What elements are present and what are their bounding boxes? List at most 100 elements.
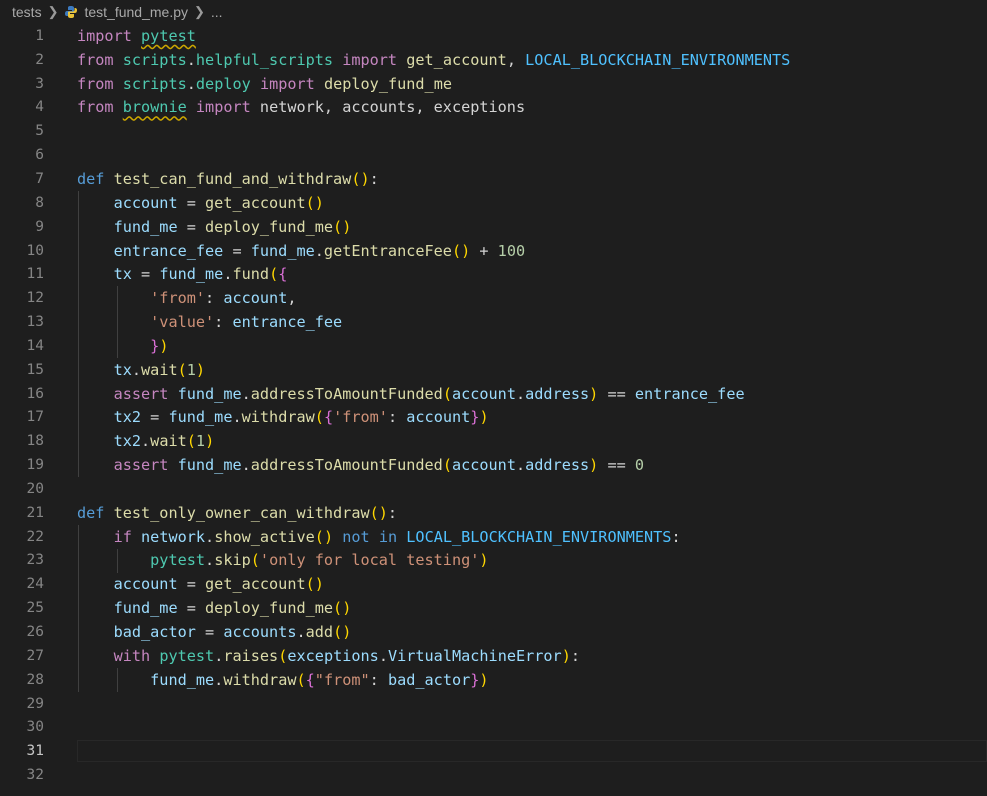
- code-line[interactable]: 7 def test_can_fund_and_withdraw():: [0, 167, 987, 191]
- line-number: 10: [26, 242, 44, 259]
- code-line[interactable]: 16 assert fund_me.addressToAmountFunded(…: [0, 382, 987, 406]
- code-token: get_account: [205, 193, 306, 212]
- code-token: pytest: [150, 551, 206, 570]
- code-line[interactable]: 9 fund_me = deploy_fund_me(): [0, 215, 987, 239]
- code-token: .: [141, 432, 151, 451]
- breadcrumb-file[interactable]: test_fund_me.py: [84, 4, 188, 20]
- code-text: tx = fund_me.fund({: [77, 265, 288, 284]
- code-line[interactable]: 10 entrance_fee = fund_me.getEntranceFee…: [0, 239, 987, 263]
- code-token: account: [406, 408, 471, 427]
- code-token: account: [113, 575, 178, 594]
- current-line-highlight: [77, 740, 987, 763]
- code-token: :: [369, 670, 388, 689]
- code-line[interactable]: 29: [0, 692, 987, 716]
- line-number: 11: [26, 266, 44, 283]
- code-token: ): [479, 551, 489, 570]
- code-token: network: [141, 527, 206, 546]
- code-line[interactable]: 12 'from': account,: [0, 286, 987, 310]
- code-token: add: [305, 623, 334, 642]
- code-text: def test_only_owner_can_withdraw():: [77, 504, 397, 522]
- code-text: def test_can_fund_and_withdraw():: [77, 170, 379, 188]
- code-token: tx: [113, 265, 132, 284]
- code-line[interactable]: 15 tx.wait(1): [0, 358, 987, 382]
- code-editor[interactable]: 1 import pytest 2 from scripts.helpful_scri…: [0, 24, 987, 787]
- line-number: 17: [26, 409, 44, 426]
- code-token: 0: [634, 456, 645, 475]
- line-number: 28: [26, 671, 44, 688]
- code-token: deploy_fund_me: [205, 217, 334, 236]
- code-token: (: [442, 384, 452, 403]
- line-number: 2: [35, 51, 44, 68]
- code-token: deploy: [195, 74, 251, 93]
- code-line[interactable]: 6: [0, 143, 987, 167]
- code-text: assert fund_me.addressToAmountFunded(acc…: [77, 385, 745, 403]
- line-number: 29: [26, 695, 44, 712]
- code-line[interactable]: 18 tx2.wait(1): [0, 429, 987, 453]
- code-text: account = get_account(): [77, 194, 324, 212]
- code-line[interactable]: 19 assert fund_me.addressToAmountFunded(…: [0, 453, 987, 477]
- code-line[interactable]: 24 account = get_account(): [0, 572, 987, 596]
- code-line[interactable]: 28 fund_me.withdraw({"from": bad_actor}): [0, 668, 987, 692]
- code-token: fund_me: [177, 456, 242, 475]
- code-line[interactable]: 32: [0, 763, 987, 787]
- code-line[interactable]: 3 from scripts.deploy import deploy_fund_…: [0, 72, 987, 96]
- code-token: brownie: [122, 98, 187, 117]
- code-token: :: [570, 646, 581, 665]
- code-token: =: [177, 575, 206, 594]
- code-line[interactable]: 2 from scripts.helpful_scripts import get…: [0, 48, 987, 72]
- code-token: VirtualMachineError: [387, 646, 562, 665]
- code-line[interactable]: 26 bad_actor = accounts.add(): [0, 620, 987, 644]
- line-number: 22: [26, 528, 44, 545]
- code-token: ): [159, 336, 169, 355]
- code-line[interactable]: 17 tx2 = fund_me.withdraw({'from': accou…: [0, 406, 987, 430]
- code-line[interactable]: 20: [0, 477, 987, 501]
- code-line[interactable]: 14 }): [0, 334, 987, 358]
- code-line[interactable]: 13 'value': entrance_fee: [0, 310, 987, 334]
- chevron-right-icon: ❯: [47, 4, 59, 19]
- code-token: entrance_fee: [634, 384, 745, 403]
- code-token: addressToAmountFunded: [250, 384, 443, 403]
- code-line[interactable]: 1 import pytest: [0, 24, 987, 48]
- code-line[interactable]: 22 if network.show_active() not in LOCAL…: [0, 525, 987, 549]
- code-token: =: [141, 408, 169, 427]
- code-token: ): [479, 670, 489, 689]
- line-number: 18: [26, 433, 44, 450]
- code-token: =: [177, 599, 206, 618]
- code-token: 'only for local testing': [259, 551, 480, 570]
- code-token: 'from': [333, 408, 388, 427]
- code-line[interactable]: 11 tx = fund_me.fund({: [0, 262, 987, 286]
- code-line[interactable]: 25 fund_me = deploy_fund_me(): [0, 596, 987, 620]
- code-text: if network.show_active() not in LOCAL_BL…: [77, 528, 681, 546]
- code-token: =: [177, 217, 206, 236]
- breadcrumb-folder[interactable]: tests: [12, 4, 42, 20]
- code-token: ,: [287, 289, 297, 308]
- code-text: entrance_fee = fund_me.getEntranceFee() …: [77, 242, 526, 260]
- code-line[interactable]: 23 pytest.skip('only for local testing'): [0, 549, 987, 573]
- breadcrumb-more[interactable]: ...: [211, 4, 223, 20]
- code-text: account = get_account(): [77, 575, 324, 593]
- indent-guide: [78, 524, 79, 692]
- code-line[interactable]: 8 account = get_account(): [0, 191, 987, 215]
- code-line[interactable]: 4 from brownie import network, accounts, …: [0, 96, 987, 120]
- code-token: raises: [223, 646, 279, 665]
- code-token: .: [205, 527, 215, 546]
- line-number: 21: [26, 504, 44, 521]
- code-token: .: [232, 408, 242, 427]
- code-line[interactable]: 5: [0, 119, 987, 143]
- code-token: =: [177, 193, 206, 212]
- code-line[interactable]: 31: [0, 739, 987, 763]
- code-line[interactable]: 30: [0, 715, 987, 739]
- code-line[interactable]: 27 with pytest.raises(exceptions.Virtual…: [0, 644, 987, 668]
- code-line[interactable]: 21 def test_only_owner_can_withdraw():: [0, 501, 987, 525]
